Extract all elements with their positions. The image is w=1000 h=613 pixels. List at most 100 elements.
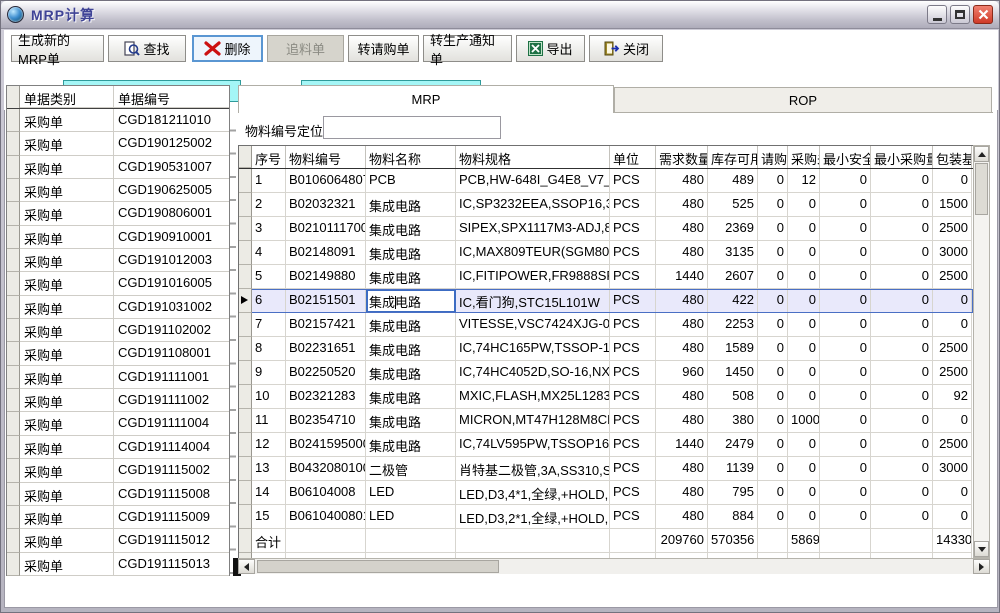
inline-cell-editor[interactable]: 集成电路 <box>366 289 456 313</box>
excel-icon <box>528 41 543 56</box>
column-header[interactable]: 请购未采购量 <box>758 146 788 168</box>
document-list-row[interactable]: 采购单CGD190625005 <box>7 179 229 202</box>
scroll-right-button[interactable] <box>973 559 990 574</box>
delete-x-icon <box>204 41 221 56</box>
grid-cell: 480 <box>656 289 708 313</box>
document-list-row[interactable]: 采购单CGD191115009 <box>7 506 229 529</box>
totals-cell: 209760 <box>656 529 708 553</box>
toolbar-button-5[interactable]: 转请购单 <box>348 35 419 62</box>
document-list-row[interactable]: 采购单CGD191102002 <box>7 319 229 342</box>
document-list-row[interactable]: 采购单CGD191111002 <box>7 389 229 412</box>
table-row[interactable]: 4B02148091集成电路IC,MAX809TEUR(SGM809-PCS48… <box>239 241 973 265</box>
table-row[interactable]: 2B02032321集成电路IC,SP3232EEA,SSOP16,3.0PCS… <box>239 193 973 217</box>
grid-cell: 0 <box>788 433 820 457</box>
document-list-row[interactable]: 采购单CGD191108001 <box>7 342 229 365</box>
column-header[interactable]: 包装基数 <box>933 146 972 168</box>
grid-cell: B0106064807 <box>286 169 366 193</box>
column-header[interactable]: 最小采购量 <box>871 146 933 168</box>
grid-cell: PCS <box>610 409 656 433</box>
table-row[interactable]: 6B02151501集成电路IC,看门狗,STC15L101WPCS480422… <box>239 289 973 313</box>
document-list-row[interactable]: 采购单CGD190910001 <box>7 226 229 249</box>
column-header[interactable]: 序号 <box>252 146 286 168</box>
column-header[interactable]: 最小安全量 <box>820 146 871 168</box>
table-row[interactable]: 7B02157421集成电路VITESSE,VSC7424XJG-02,PCS4… <box>239 313 973 337</box>
document-list-row[interactable]: 采购单CGD190806001 <box>7 202 229 225</box>
arrow-right-icon <box>979 563 984 571</box>
search-icon <box>124 41 140 57</box>
toolbar-button-1[interactable]: 生成新的MRP单 <box>11 35 104 62</box>
column-header[interactable]: 库存可用量 <box>708 146 758 168</box>
doc-no-cell: CGD191108001 <box>114 342 229 365</box>
material-code-locator-input[interactable] <box>323 116 501 139</box>
document-list-row[interactable]: 采购单CGD191111004 <box>7 412 229 435</box>
toolbar-button-label: 生成新的MRP单 <box>18 30 97 68</box>
table-row[interactable]: 5B02149880集成电路IC,FITIPOWER,FR9888SPCPCS1… <box>239 265 973 289</box>
grid-cell: 3000 <box>933 457 972 481</box>
column-header[interactable]: 采购未入库量 <box>788 146 820 168</box>
toolbar-button-6[interactable]: 转生产通知单 <box>423 35 512 62</box>
tab-strip: MRP ROP <box>238 85 993 113</box>
totals-cell <box>456 529 610 553</box>
panel-splitter[interactable] <box>230 108 236 576</box>
grid-cell: 0 <box>758 241 788 265</box>
table-row[interactable]: 9B02250520集成电路IC,74HC4052D,SO-16,NXPPCS9… <box>239 361 973 385</box>
mrp-grid-header: 序号物料编号物料名称物料规格单位需求数量库存可用量请购未采购量采购未入库量最小安… <box>239 146 973 169</box>
column-header[interactable]: 物料编号 <box>286 146 366 168</box>
document-list-row[interactable]: 采购单CGD190125002 <box>7 132 229 155</box>
tab-rop[interactable]: ROP <box>614 87 992 113</box>
document-list-row[interactable]: 采购单CGD191111001 <box>7 366 229 389</box>
row-indicator <box>7 436 20 459</box>
row-indicator <box>7 179 20 202</box>
table-row[interactable]: 3B0210111700集成电路SIPEX,SPX1117M3-ADJ,80PC… <box>239 217 973 241</box>
horizontal-scroll-thumb[interactable] <box>257 560 499 573</box>
scroll-left-button[interactable] <box>238 559 255 574</box>
minimize-button[interactable] <box>927 5 947 24</box>
scroll-up-button[interactable] <box>974 146 989 162</box>
horizontal-scrollbar[interactable] <box>238 558 990 574</box>
toolbar-button-7[interactable]: 导出 <box>516 35 585 62</box>
table-row[interactable]: 12B0241595000集成电路IC,74LV595PW,TSSOP16/7P… <box>239 433 973 457</box>
document-list-row[interactable]: 采购单CGD181211010 <box>7 109 229 132</box>
document-list-row[interactable]: 采购单CGD191114004 <box>7 436 229 459</box>
row-indicator <box>239 265 252 289</box>
grid-cell: PCS <box>610 481 656 505</box>
document-list-row[interactable]: 采购单CGD191115013 <box>7 553 229 576</box>
column-header[interactable]: 物料名称 <box>366 146 456 168</box>
close-button[interactable] <box>973 5 993 24</box>
doc-no-cell: CGD191031002 <box>114 296 229 319</box>
document-list-row[interactable]: 采购单CGD190531007 <box>7 156 229 179</box>
document-list-row[interactable]: 采购单CGD191115002 <box>7 459 229 482</box>
table-row[interactable]: 8B02231651集成电路IC,74HC165PW,TSSOP-16PCS48… <box>239 337 973 361</box>
table-row[interactable]: 11B02354710集成电路MICRON,MT47H128M8CF-PCS48… <box>239 409 973 433</box>
column-header[interactable]: 物料规格 <box>456 146 610 168</box>
grid-cell: 0 <box>788 361 820 385</box>
title-bar: MRP计算 <box>1 1 999 29</box>
document-list-row[interactable]: 采购单CGD191115012 <box>7 529 229 552</box>
tab-mrp[interactable]: MRP <box>238 85 614 113</box>
grid-cell: 960 <box>656 361 708 385</box>
document-list-row[interactable]: 采购单CGD191115008 <box>7 483 229 506</box>
grid-cell: 480 <box>656 169 708 193</box>
grid-cell: 集成电路 <box>366 193 456 217</box>
table-row[interactable]: 10B02321283集成电路MXIC,FLASH,MX25L12835FPCS… <box>239 385 973 409</box>
grid-cell: PCS <box>610 289 656 313</box>
table-row[interactable]: 1B0106064807PCBPCB,HW-648I_G4E8_V7_2PCS4… <box>239 169 973 193</box>
document-list-row[interactable]: 采购单CGD191016005 <box>7 272 229 295</box>
vertical-scrollbar[interactable] <box>973 145 990 558</box>
document-list-row[interactable]: 采购单CGD191031002 <box>7 296 229 319</box>
toolbar-button-3[interactable]: 删除 <box>192 35 263 62</box>
table-row[interactable]: 13B0432080100二极管肖特基二极管,3A,SS310,SMPCS480… <box>239 457 973 481</box>
table-row[interactable]: 15B0610400801LEDLED,D3,2*1,全绿,+HOLD,DPCS… <box>239 505 973 529</box>
toolbar-button-8[interactable]: 关闭 <box>589 35 663 62</box>
maximize-button[interactable] <box>950 5 970 24</box>
column-header[interactable]: 单位 <box>610 146 656 168</box>
vertical-scroll-thumb[interactable] <box>975 163 988 215</box>
document-list-row[interactable]: 采购单CGD191012003 <box>7 249 229 272</box>
grid-cell: 1500 <box>933 193 972 217</box>
table-row[interactable]: 14B06104008LEDLED,D3,4*1,全绿,+HOLD,DPCS48… <box>239 481 973 505</box>
scroll-down-button[interactable] <box>974 541 989 557</box>
column-header[interactable]: 需求数量 <box>656 146 708 168</box>
grid-cell: 8 <box>252 337 286 361</box>
toolbar-button-2[interactable]: 查找 <box>108 35 186 62</box>
grid-cell: IC,FITIPOWER,FR9888SPC <box>456 265 610 289</box>
